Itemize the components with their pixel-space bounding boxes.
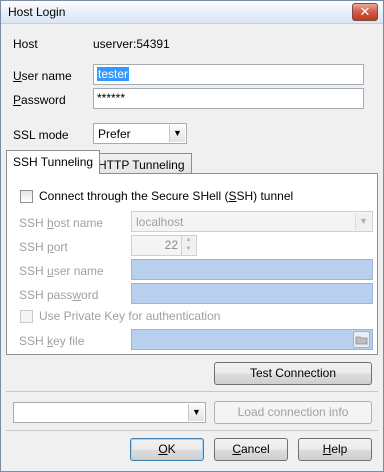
ssh-keyfile-label: SSH key file <box>19 334 85 348</box>
host-label: Host <box>13 37 38 51</box>
ssh-password-label: SSH password <box>19 288 99 302</box>
ssh-host-select: localhost ▼ <box>131 211 373 232</box>
load-connection-info-button: Load connection info <box>214 401 372 424</box>
browse-folder-icon <box>353 331 370 348</box>
ssh-port-spinner: ▲ ▼ <box>181 236 195 255</box>
chevron-down-icon: ▼ <box>355 213 371 230</box>
tab-http-tunneling[interactable]: HTTP Tunneling <box>91 153 192 174</box>
private-key-checkbox <box>20 310 33 323</box>
ssh-password-input <box>131 283 373 304</box>
ssh-tunnel-checkbox-label[interactable]: Connect through the Secure SHell (SSH) t… <box>39 189 293 203</box>
title-bar: Host Login ✕ <box>1 1 383 24</box>
ssh-user-input <box>131 259 373 280</box>
username-input[interactable]: tester <box>93 64 364 85</box>
ok-button[interactable]: OK <box>130 438 204 461</box>
test-connection-button[interactable]: Test Connection <box>214 362 372 385</box>
ssh-port-label: SSH port <box>19 240 68 254</box>
window-title: Host Login <box>8 5 66 19</box>
ssh-host-label: SSH host name <box>19 216 104 230</box>
ssh-keyfile-input <box>131 329 373 350</box>
divider <box>6 391 378 392</box>
divider <box>6 430 378 431</box>
host-login-dialog: Host Login ✕ Host userver:54391 User nam… <box>0 0 384 472</box>
chevron-down-icon[interactable]: ▼ <box>169 125 185 142</box>
password-input[interactable]: ****** <box>93 88 364 109</box>
username-label: User name <box>13 69 72 83</box>
ssh-host-value: localhost <box>136 215 184 229</box>
tab-ssh-tunneling[interactable]: SSH Tunneling <box>6 150 101 174</box>
spin-up-icon: ▲ <box>182 236 195 245</box>
cancel-button[interactable]: Cancel <box>214 438 288 461</box>
private-key-label: Use Private Key for authentication <box>39 309 221 323</box>
ssh-user-label: SSH user name <box>19 264 104 278</box>
host-value: userver:54391 <box>93 37 170 51</box>
password-label: Password <box>13 93 66 107</box>
ssh-tunneling-panel: Connect through the Secure SHell (SSH) t… <box>6 173 378 355</box>
username-value: tester <box>97 67 130 81</box>
help-button[interactable]: Help <box>298 438 372 461</box>
close-button[interactable]: ✕ <box>352 3 378 21</box>
ssh-port-value: 22 <box>164 238 178 252</box>
ssl-mode-value: Prefer <box>98 127 131 141</box>
chevron-down-icon[interactable]: ▼ <box>188 404 204 421</box>
ssl-mode-select[interactable]: Prefer ▼ <box>93 123 187 144</box>
spin-down-icon: ▼ <box>182 245 195 254</box>
password-value: ****** <box>97 91 126 105</box>
close-icon: ✕ <box>359 4 371 19</box>
ssh-tunnel-checkbox[interactable] <box>20 190 33 203</box>
ssl-mode-label: SSL mode <box>13 128 69 142</box>
connection-profile-select[interactable]: ▼ <box>13 402 206 423</box>
